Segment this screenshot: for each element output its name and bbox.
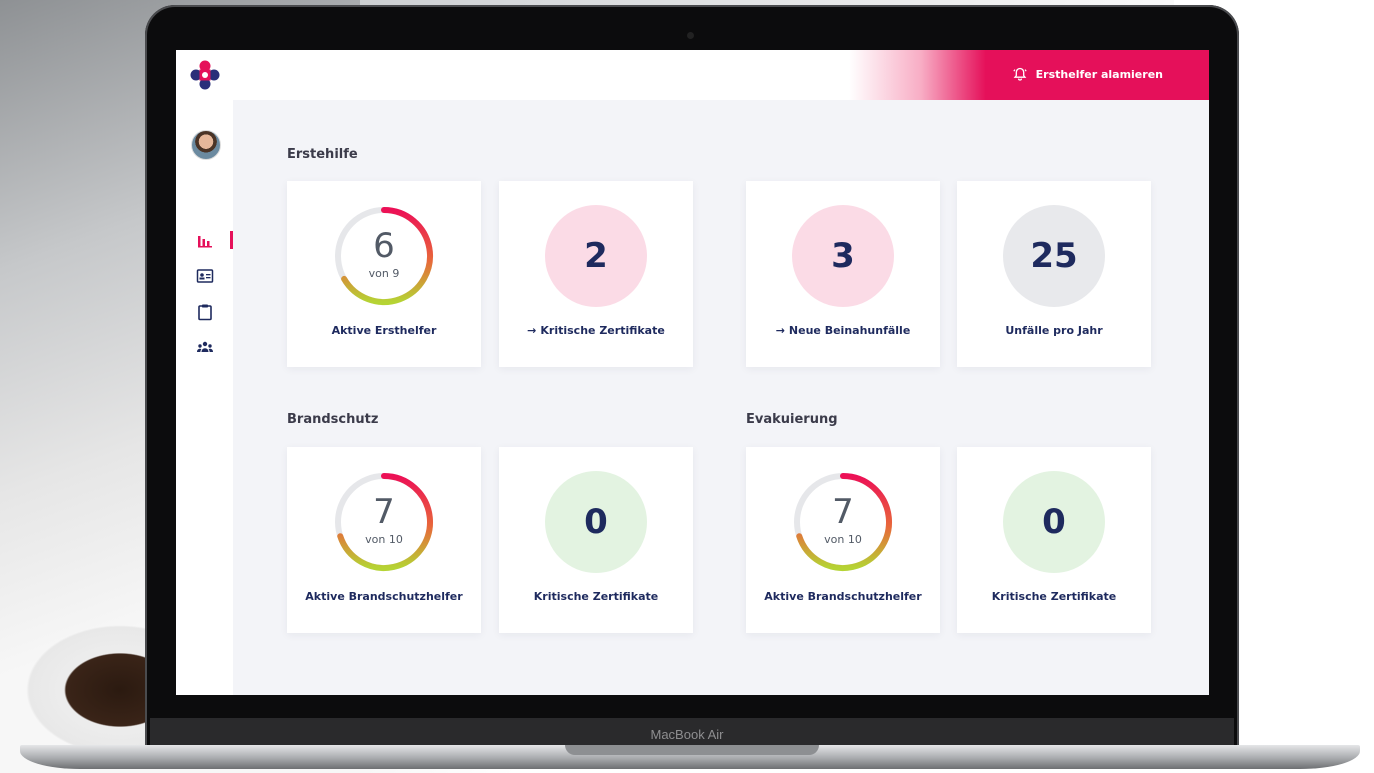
- laptop-notch: [565, 745, 819, 755]
- card-accidents-per-year[interactable]: 25 Unfälle pro Jahr: [957, 181, 1151, 367]
- card-near-misses[interactable]: 3 → Neue Beinahunfälle: [746, 181, 940, 367]
- section-title-brandschutz: Brandschutz: [287, 412, 379, 427]
- metric-circle: 25: [1003, 205, 1105, 307]
- metric-circle: 2: [545, 205, 647, 307]
- card-label: Kritische Zertifikate: [540, 324, 665, 337]
- ring-value: 7: [373, 492, 395, 532]
- card-label-link[interactable]: → Neue Beinahunfälle: [746, 324, 940, 337]
- avatar[interactable]: [191, 130, 221, 160]
- bell-icon: [1012, 67, 1027, 81]
- card-active-first-aiders[interactable]: 6 von 9 Aktive Ersthelfer: [287, 181, 481, 367]
- card-fire-critical-certificates[interactable]: 0 Kritische Zertifikate: [499, 447, 693, 633]
- section-title-evakuierung: Evakuierung: [746, 412, 838, 427]
- card-label: Kritische Zertifikate: [991, 590, 1117, 603]
- card-label: Neue Beinahunfälle: [788, 324, 911, 337]
- bar-chart-icon[interactable]: [196, 231, 214, 249]
- metric-circle: 3: [792, 205, 894, 307]
- alert-first-aiders-button[interactable]: Ersthelfer alamieren: [1012, 66, 1163, 82]
- ring-total: von 10: [824, 533, 862, 546]
- card-evacuation-critical-certificates[interactable]: 0 Kritische Zertifikate: [957, 447, 1151, 633]
- card-critical-certificates[interactable]: 2 → Kritische Zertifikate: [499, 181, 693, 367]
- app-screen: Ersthelfer alamieren Erstehilfe 6 von 9 …: [176, 50, 1209, 695]
- ring-total: von 10: [365, 533, 403, 546]
- metric-circle: 0: [1003, 471, 1105, 573]
- logo-icon: [190, 60, 220, 90]
- card-label: Unfälle pro Jahr: [1005, 324, 1103, 337]
- camera: [687, 32, 694, 39]
- section-title-erstehilfe: Erstehilfe: [287, 147, 358, 162]
- card-label: Aktive Brandschutzhelfer: [305, 590, 463, 603]
- card-label: Aktive Brandschutzhelfer: [764, 590, 922, 603]
- top-bar: Ersthelfer alamieren: [176, 50, 1209, 100]
- device-label: MacBook Air: [650, 727, 724, 742]
- group-icon[interactable]: [196, 338, 214, 356]
- card-label: Aktive Ersthelfer: [331, 324, 437, 337]
- card-label: Kritische Zertifikate: [533, 590, 659, 603]
- clipboard-icon[interactable]: [196, 303, 214, 321]
- ring-value: 7: [832, 492, 854, 532]
- ring-total: von 9: [368, 267, 400, 280]
- alert-button-label: Ersthelfer alamieren: [1035, 67, 1163, 81]
- arrow-right-icon: →: [775, 324, 785, 337]
- arrow-right-icon: →: [527, 324, 537, 337]
- metric-circle: 0: [545, 471, 647, 573]
- ring-value: 6: [373, 226, 395, 266]
- active-indicator: [230, 231, 233, 249]
- card-label-link[interactable]: → Kritische Zertifikate: [499, 324, 693, 337]
- card-active-evacuation-helpers[interactable]: 7 von 10 Aktive Brandschutzhelfer: [746, 447, 940, 633]
- id-card-icon[interactable]: [196, 267, 214, 285]
- sidebar: [176, 100, 233, 695]
- card-active-fire-helpers[interactable]: 7 von 10 Aktive Brandschutzhelfer: [287, 447, 481, 633]
